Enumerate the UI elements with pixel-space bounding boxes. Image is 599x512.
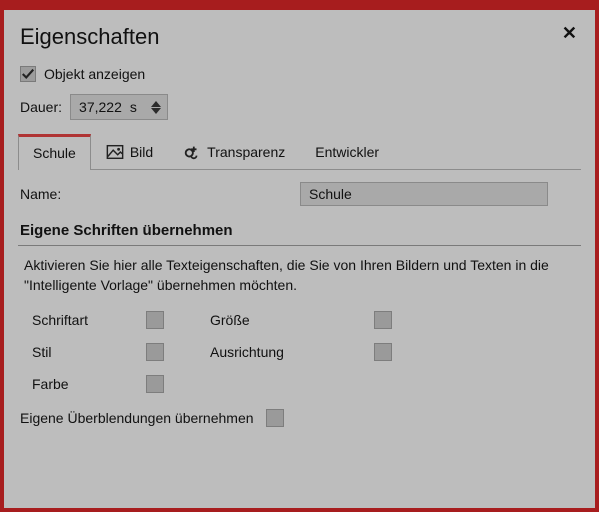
groesse-checkbox[interactable]	[374, 311, 392, 329]
spinner-down-icon[interactable]	[151, 108, 161, 114]
custom-fonts-heading: Eigene Schriften übernehmen	[18, 220, 581, 246]
name-label: Name:	[20, 186, 300, 202]
overblend-checkbox[interactable]	[266, 409, 284, 427]
panel-title: Eigenschaften	[20, 24, 159, 50]
tab-label: Transparenz	[207, 144, 285, 160]
duration-value: 37,222	[71, 99, 130, 115]
spinner-up-icon[interactable]	[151, 101, 161, 107]
schriftart-label: Schriftart	[32, 312, 122, 328]
tab-schule[interactable]: Schule	[18, 134, 91, 170]
ausrichtung-label: Ausrichtung	[210, 344, 350, 360]
show-object-label: Objekt anzeigen	[44, 66, 145, 82]
farbe-checkbox[interactable]	[146, 375, 164, 393]
image-icon	[106, 143, 124, 161]
tab-label: Bild	[130, 144, 153, 160]
custom-fonts-help: Aktivieren Sie hier alle Texteigenschaft…	[24, 256, 575, 295]
schriftart-checkbox[interactable]	[146, 311, 164, 329]
name-input[interactable]	[300, 182, 548, 206]
close-icon[interactable]: ✕	[562, 20, 581, 42]
tab-label: Schule	[33, 145, 76, 161]
show-object-checkbox[interactable]	[20, 66, 36, 82]
ausrichtung-checkbox[interactable]	[374, 343, 392, 361]
properties-panel: Eigenschaften ✕ Objekt anzeigen Dauer: 3…	[0, 0, 599, 512]
tab-label: Entwickler	[315, 144, 379, 160]
tab-bild[interactable]: Bild	[91, 134, 168, 169]
farbe-label: Farbe	[32, 376, 122, 392]
tab-transparenz[interactable]: Transparenz	[168, 134, 300, 169]
tab-entwickler[interactable]: Entwickler	[300, 134, 394, 169]
stil-checkbox[interactable]	[146, 343, 164, 361]
stil-label: Stil	[32, 344, 122, 360]
duration-unit: s	[130, 99, 145, 115]
duration-label: Dauer:	[20, 99, 62, 115]
tab-bar: Schule Bild Transparenz Entwickler	[18, 134, 581, 170]
overblend-label: Eigene Überblendungen übernehmen	[20, 410, 254, 426]
duration-spinner[interactable]: 37,222 s	[70, 94, 168, 120]
transparency-icon	[183, 143, 201, 161]
groesse-label: Größe	[210, 312, 350, 328]
